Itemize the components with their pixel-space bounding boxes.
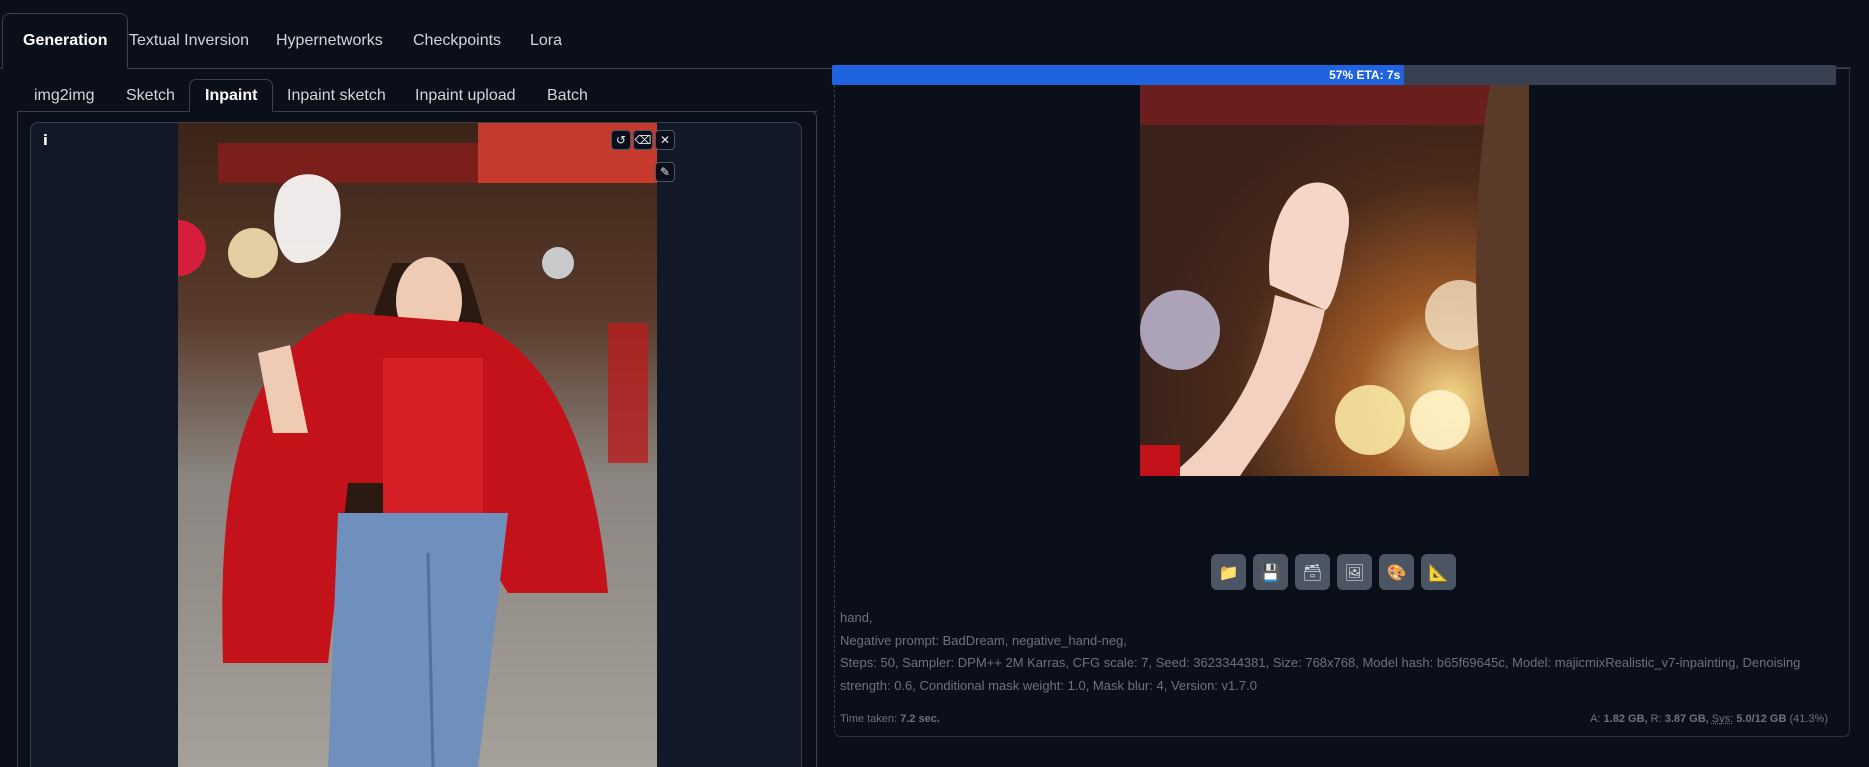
time-taken-value: 7.2 sec. [900, 713, 940, 725]
prompt-text: hand, [840, 610, 873, 625]
time-taken: Time taken: 7.2 sec. [840, 713, 940, 725]
progress-bar: 57% ETA: 7s [832, 65, 1836, 85]
close-icon[interactable]: ✕ [655, 130, 675, 150]
tab-inpaint[interactable]: Inpaint [189, 79, 274, 112]
palette-icon[interactable]: 🎨 [1379, 554, 1414, 590]
tab-inpaint-sketch[interactable]: Inpaint sketch [287, 79, 386, 112]
vram-r-value: 3.87 GB, [1664, 713, 1709, 725]
inpaint-canvas[interactable]: i ↺ ⌫ ✕ ✎ [30, 122, 802, 767]
source-image[interactable] [178, 123, 657, 767]
negative-prompt-text: Negative prompt: BadDream, negative_hand… [840, 632, 1127, 648]
brush-icon[interactable]: ✎ [655, 162, 675, 182]
tab-inpaint-upload[interactable]: Inpaint upload [415, 79, 516, 112]
vram-stats: A: 1.82 GB, R: 3.87 GB, Sys: 5.0/12 GB (… [1590, 713, 1828, 725]
vram-a-label: A: [1590, 713, 1601, 725]
tab-checkpoints[interactable]: Checkpoints [413, 13, 501, 69]
tab-batch[interactable]: Batch [547, 79, 588, 112]
time-taken-label: Time taken: [840, 713, 898, 725]
main-tabs: Generation Textual Inversion Hypernetwor… [0, 13, 1869, 69]
undo-icon[interactable]: ↺ [611, 130, 631, 150]
tab-textual-inversion[interactable]: Textual Inversion [129, 13, 249, 69]
vram-a-value: 1.82 GB, [1603, 713, 1648, 725]
info-icon[interactable]: i [43, 133, 59, 153]
tab-sketch[interactable]: Sketch [126, 79, 175, 112]
vram-percent: (41.3%) [1789, 713, 1828, 725]
performance-footer: Time taken: 7.2 sec. A: 1.82 GB, R: 3.87… [840, 713, 1828, 725]
vram-sys-label: Sys: [1711, 713, 1734, 725]
generation-info: hand, Negative prompt: BadDream, negativ… [840, 607, 1828, 697]
img2img-tabs: img2img Sketch Inpaint Inpaint sketch In… [17, 79, 817, 112]
vram-sys-value: 5.0/12 GB [1736, 713, 1787, 725]
folder-icon[interactable]: 📁 [1211, 554, 1246, 590]
image-icon[interactable]: 🖼 [1337, 554, 1372, 590]
save-icon[interactable]: 💾 [1253, 554, 1288, 590]
generation-params: Steps: 50, Sampler: DPM++ 2M Karras, CFG… [840, 655, 1801, 693]
tab-lora[interactable]: Lora [530, 13, 562, 69]
tab-img2img[interactable]: img2img [34, 79, 94, 112]
image-actions: 📁 💾 🗃 🖼 🎨 📐 [1211, 554, 1456, 590]
tab-hypernetworks[interactable]: Hypernetworks [276, 13, 383, 69]
eraser-icon[interactable]: ⌫ [633, 130, 653, 150]
zip-icon[interactable]: 🗃 [1295, 554, 1330, 590]
tab-generation[interactable]: Generation [2, 13, 129, 69]
output-preview-image[interactable] [1140, 85, 1529, 476]
ruler-icon[interactable]: 📐 [1421, 554, 1456, 590]
progress-label: 57% ETA: 7s [1329, 68, 1401, 82]
vram-r-label: R: [1650, 713, 1662, 725]
